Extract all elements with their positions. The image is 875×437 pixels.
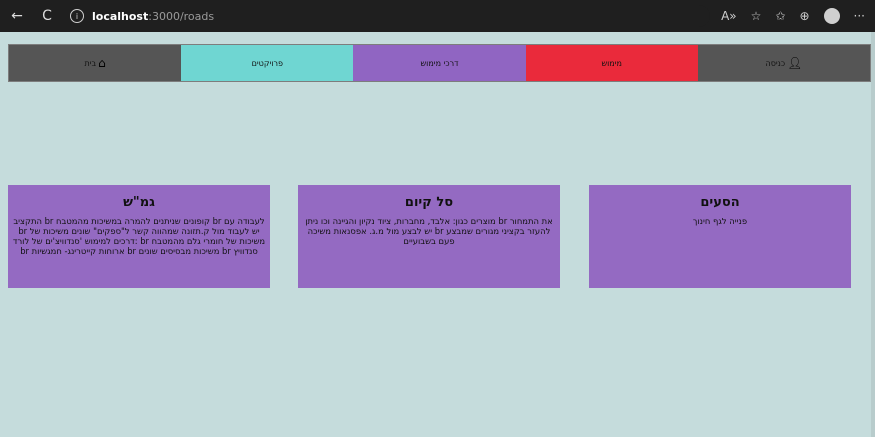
nav-home-label: בית [84,58,97,68]
url-host: localhost [92,9,149,23]
nav-roads[interactable]: דרכי מימוש [353,45,526,81]
card-basket: סל קיום את התמחור br מוצרים כגון: אלבד, … [298,185,560,288]
card-transport: הסעים פנייה לגף חינוך [589,185,851,288]
nav-roads-label: דרכי מימוש [420,58,459,68]
nav-home[interactable]: ⌂ בית [8,45,182,81]
extensions-icon[interactable]: ⊕ [799,9,809,23]
address-bar[interactable]: i localhost :3000/roads [70,5,710,27]
home-icon: ⌂ [98,56,106,70]
nav-deals[interactable]: מימוש [525,45,698,81]
favorites-icon[interactable]: ☆ [751,9,762,23]
scrollbar[interactable] [871,32,875,437]
back-button[interactable]: ← [4,3,30,29]
profile-icon[interactable] [823,8,840,24]
browser-toolbar: ← C i localhost :3000/roads A» ☆ ✩ ⊕ ··· [0,0,875,32]
url-path: :3000/roads [148,9,215,23]
card-title: גמ"ש [123,195,155,210]
nav-deals-label: מימוש [601,58,622,68]
user-icon: 👤︎ [787,56,803,70]
card-text: לעבודה עם br קופונים שניתנים להמרה במשיכ… [12,216,266,256]
refresh-button[interactable]: C [34,3,60,29]
info-icon[interactable]: i [70,9,84,23]
collections-icon[interactable]: ✩ [775,9,785,23]
more-icon[interactable]: ··· [854,9,865,23]
page-viewport: 👤︎ כניסה מימוש דרכי מימוש פרויקטים ⌂ בית… [0,32,875,437]
nav-login[interactable]: 👤︎ כניסה [697,45,870,81]
toolbar-icons: A» ☆ ✩ ⊕ ··· [721,8,875,24]
site-navbar: 👤︎ כניסה מימוש דרכי מימוש פרויקטים ⌂ בית [8,44,871,82]
read-aloud-icon[interactable]: A» [721,9,737,23]
card-gmach: גמ"ש לעבודה עם br קופונים שניתנים להמרה … [8,185,270,288]
card-title: הסעים [700,195,740,210]
card-text: פנייה לגף חינוך [692,216,748,226]
nav-projects[interactable]: פרויקטים [181,45,354,81]
nav-login-label: כניסה [765,58,786,68]
card-title: סל קיום [404,195,454,210]
card-text: את התמחור br מוצרים כגון: אלבד, מחברות, … [305,216,553,246]
nav-projects-label: פרויקטים [251,58,284,68]
